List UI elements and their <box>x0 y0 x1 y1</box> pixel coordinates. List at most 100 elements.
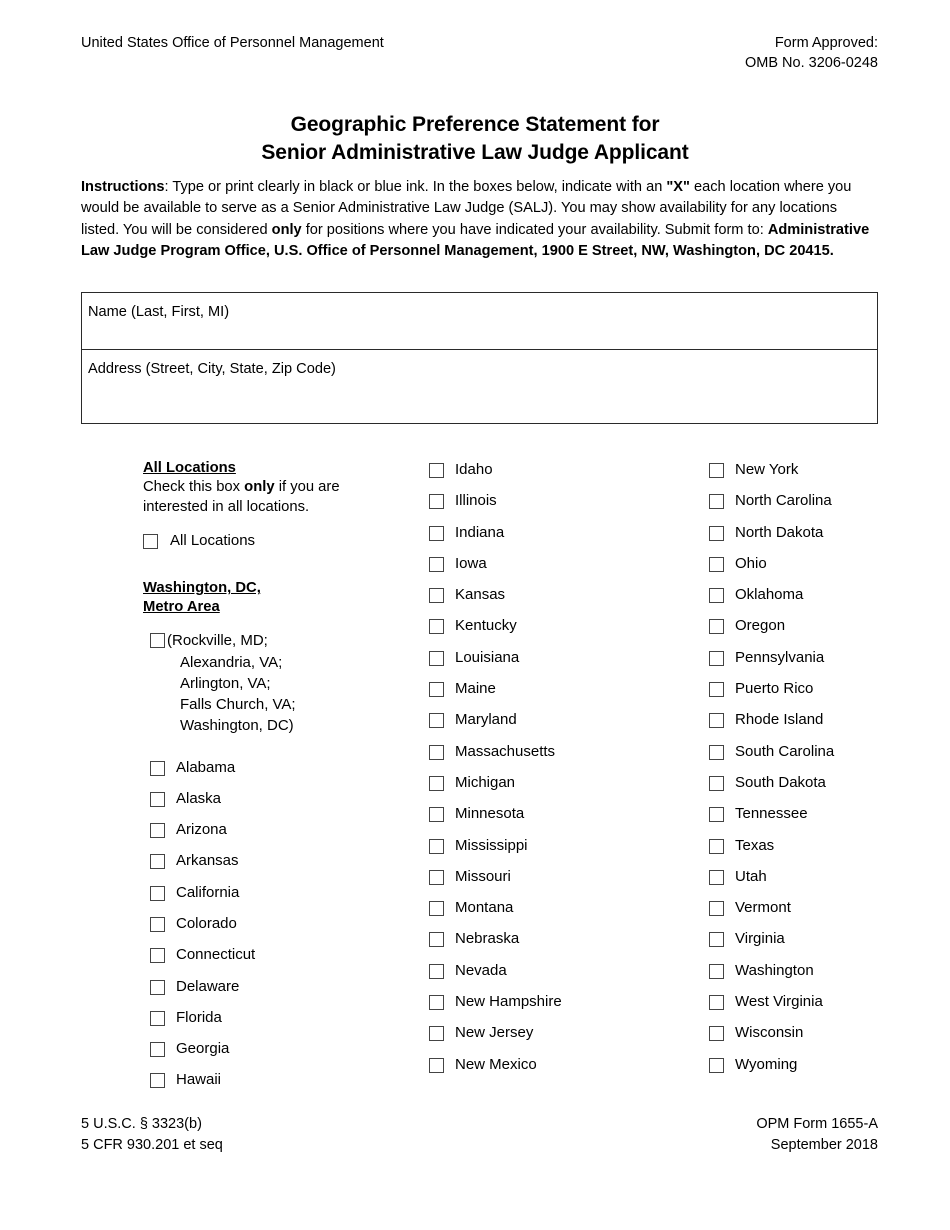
checkbox-new-jersey[interactable] <box>429 1026 444 1042</box>
checkbox-row-kansas[interactable]: Kansas <box>429 585 679 616</box>
checkbox-colorado[interactable] <box>150 916 165 932</box>
checkbox-texas[interactable] <box>709 838 724 854</box>
checkbox-row-arizona[interactable]: Arizona <box>143 820 383 851</box>
checkbox-row-mississippi[interactable]: Mississippi <box>429 836 679 867</box>
checkbox-row-utah[interactable]: Utah <box>709 867 939 898</box>
checkbox-row-oklahoma[interactable]: Oklahoma <box>709 585 939 616</box>
checkbox-row-washington[interactable]: Washington <box>709 961 939 992</box>
checkbox-mississippi[interactable] <box>429 838 444 854</box>
checkbox-louisiana[interactable] <box>429 650 444 666</box>
checkbox-virginia[interactable] <box>709 932 724 948</box>
checkbox-rhode-island[interactable] <box>709 713 724 729</box>
checkbox-row-kentucky[interactable]: Kentucky <box>429 616 679 647</box>
address-field-row[interactable]: Address (Street, City, State, Zip Code) <box>82 350 877 423</box>
checkbox-row-iowa[interactable]: Iowa <box>429 554 679 585</box>
checkbox-row-rhode-island[interactable]: Rhode Island <box>709 710 939 741</box>
checkbox-michigan[interactable] <box>429 775 444 791</box>
checkbox-row-nebraska[interactable]: Nebraska <box>429 929 679 960</box>
checkbox-row-tennessee[interactable]: Tennessee <box>709 804 939 835</box>
checkbox-nevada[interactable] <box>429 963 444 979</box>
checkbox-tennessee[interactable] <box>709 807 724 823</box>
checkbox-row-michigan[interactable]: Michigan <box>429 773 679 804</box>
checkbox-row-virginia[interactable]: Virginia <box>709 929 939 960</box>
checkbox-washington[interactable] <box>709 963 724 979</box>
checkbox-row-west-virginia[interactable]: West Virginia <box>709 992 939 1023</box>
checkbox-maryland[interactable] <box>429 713 444 729</box>
checkbox-delaware[interactable] <box>150 979 165 995</box>
checkbox-row-wyoming[interactable]: Wyoming <box>709 1055 939 1086</box>
checkbox-row-maryland[interactable]: Maryland <box>429 710 679 741</box>
checkbox-row-indiana[interactable]: Indiana <box>429 523 679 554</box>
checkbox-south-carolina[interactable] <box>709 744 724 760</box>
checkbox-pennsylvania[interactable] <box>709 650 724 666</box>
checkbox-row-south-dakota[interactable]: South Dakota <box>709 773 939 804</box>
checkbox-row-louisiana[interactable]: Louisiana <box>429 648 679 679</box>
checkbox-row-california[interactable]: California <box>143 883 383 914</box>
checkbox-kansas[interactable] <box>429 588 444 604</box>
checkbox-alabama[interactable] <box>150 760 165 776</box>
checkbox-row-new-hampshire[interactable]: New Hampshire <box>429 992 679 1023</box>
checkbox-row-missouri[interactable]: Missouri <box>429 867 679 898</box>
checkbox-ohio[interactable] <box>709 556 724 572</box>
checkbox-row-wisconsin[interactable]: Wisconsin <box>709 1023 939 1054</box>
checkbox-row-vermont[interactable]: Vermont <box>709 898 939 929</box>
checkbox-row-alabama[interactable]: Alabama <box>143 758 383 789</box>
checkbox-row-idaho[interactable]: Idaho <box>429 460 679 491</box>
checkbox-wisconsin[interactable] <box>709 1026 724 1042</box>
checkbox-arizona[interactable] <box>150 823 165 839</box>
checkbox-hawaii[interactable] <box>150 1073 165 1089</box>
checkbox-row-pennsylvania[interactable]: Pennsylvania <box>709 648 939 679</box>
checkbox-maine[interactable] <box>429 682 444 698</box>
checkbox-row-connecticut[interactable]: Connecticut <box>143 945 383 976</box>
checkbox-row-minnesota[interactable]: Minnesota <box>429 804 679 835</box>
checkbox-puerto-rico[interactable] <box>709 682 724 698</box>
checkbox-row-texas[interactable]: Texas <box>709 836 939 867</box>
checkbox-row-florida[interactable]: Florida <box>143 1008 383 1039</box>
checkbox-wyoming[interactable] <box>709 1057 724 1073</box>
checkbox-row-illinois[interactable]: Illinois <box>429 491 679 522</box>
checkbox-row-washington-metro[interactable]: (Rockville, MD; Alexandria, VA; Arlingto… <box>143 630 383 736</box>
checkbox-row-hawaii[interactable]: Hawaii <box>143 1070 383 1101</box>
name-field-row[interactable]: Name (Last, First, MI) <box>82 293 877 350</box>
checkbox-arkansas[interactable] <box>150 854 165 870</box>
checkbox-kentucky[interactable] <box>429 619 444 635</box>
checkbox-oregon[interactable] <box>709 619 724 635</box>
checkbox-montana[interactable] <box>429 901 444 917</box>
checkbox-row-delaware[interactable]: Delaware <box>143 977 383 1008</box>
checkbox-row-alaska[interactable]: Alaska <box>143 789 383 820</box>
checkbox-row-georgia[interactable]: Georgia <box>143 1039 383 1070</box>
checkbox-north-dakota[interactable] <box>709 525 724 541</box>
checkbox-illinois[interactable] <box>429 494 444 510</box>
checkbox-row-all-locations[interactable]: All Locations <box>143 531 383 562</box>
checkbox-row-new-mexico[interactable]: New Mexico <box>429 1055 679 1086</box>
checkbox-row-ohio[interactable]: Ohio <box>709 554 939 585</box>
checkbox-row-maine[interactable]: Maine <box>429 679 679 710</box>
checkbox-iowa[interactable] <box>429 556 444 572</box>
checkbox-row-montana[interactable]: Montana <box>429 898 679 929</box>
checkbox-alaska[interactable] <box>150 791 165 807</box>
checkbox-missouri[interactable] <box>429 869 444 885</box>
checkbox-new-york[interactable] <box>709 463 724 478</box>
checkbox-utah[interactable] <box>709 869 724 885</box>
checkbox-vermont[interactable] <box>709 901 724 917</box>
checkbox-idaho[interactable] <box>429 463 444 478</box>
checkbox-row-north-dakota[interactable]: North Dakota <box>709 523 939 554</box>
checkbox-row-new-jersey[interactable]: New Jersey <box>429 1023 679 1054</box>
checkbox-north-carolina[interactable] <box>709 494 724 510</box>
checkbox-massachusetts[interactable] <box>429 744 444 760</box>
checkbox-row-colorado[interactable]: Colorado <box>143 914 383 945</box>
checkbox-row-nevada[interactable]: Nevada <box>429 961 679 992</box>
checkbox-florida[interactable] <box>150 1010 165 1026</box>
checkbox-washington-metro[interactable] <box>150 633 165 649</box>
checkbox-row-arkansas[interactable]: Arkansas <box>143 851 383 882</box>
checkbox-row-oregon[interactable]: Oregon <box>709 616 939 647</box>
checkbox-west-virginia[interactable] <box>709 995 724 1011</box>
checkbox-row-north-carolina[interactable]: North Carolina <box>709 491 939 522</box>
checkbox-south-dakota[interactable] <box>709 775 724 791</box>
checkbox-row-new-york[interactable]: New York <box>709 460 939 491</box>
checkbox-minnesota[interactable] <box>429 807 444 823</box>
checkbox-new-hampshire[interactable] <box>429 995 444 1011</box>
checkbox-nebraska[interactable] <box>429 932 444 948</box>
checkbox-new-mexico[interactable] <box>429 1057 444 1073</box>
checkbox-indiana[interactable] <box>429 525 444 541</box>
